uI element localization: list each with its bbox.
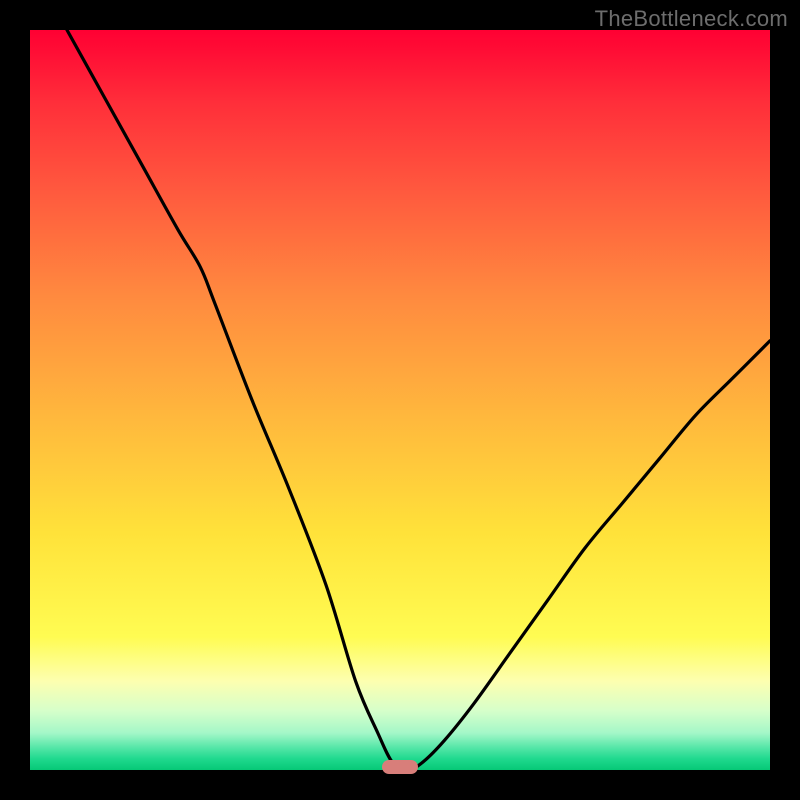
watermark-text: TheBottleneck.com: [595, 6, 788, 32]
plot-area: [30, 30, 770, 770]
bottleneck-curve: [30, 30, 770, 770]
optimal-marker: [382, 760, 418, 774]
chart-frame: TheBottleneck.com: [0, 0, 800, 800]
